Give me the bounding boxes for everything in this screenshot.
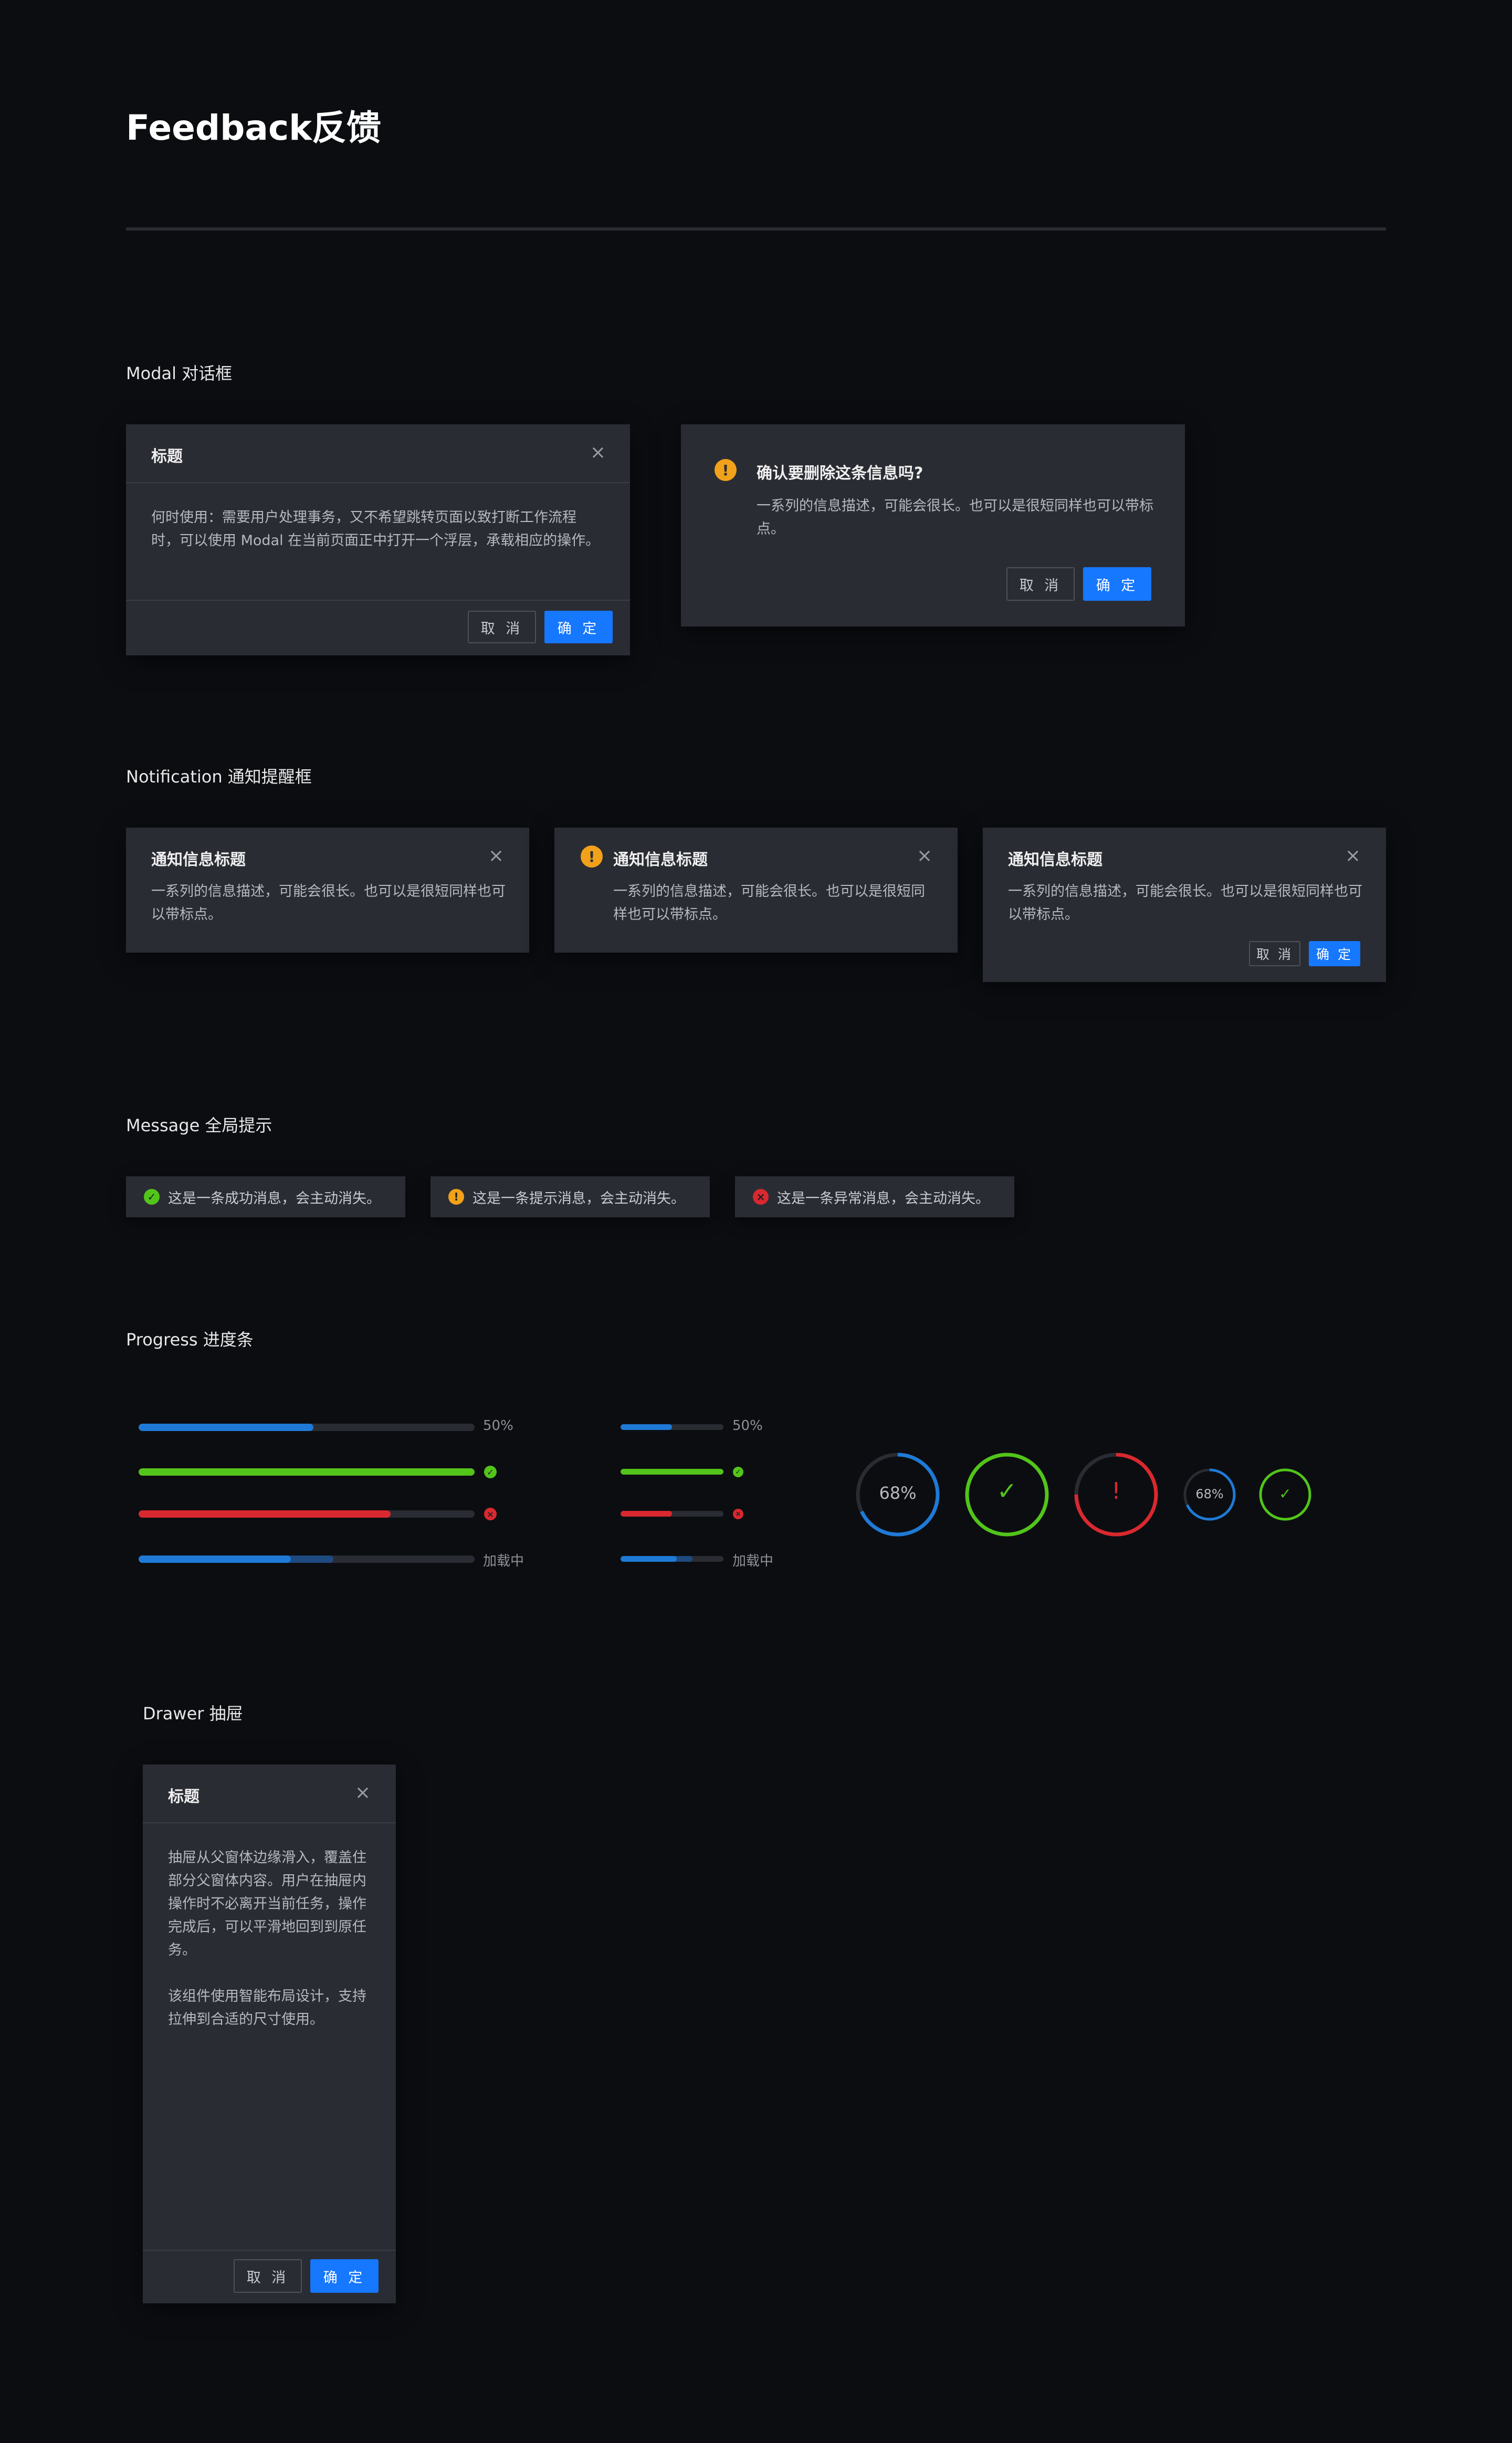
notification-body: 一系列的信息描述，可能会很长。也可以是很短同样也可以带标点。 bbox=[1008, 883, 1362, 923]
close-icon[interactable]: × bbox=[355, 1783, 371, 1802]
progress-fill bbox=[139, 1555, 291, 1563]
progress-line-small bbox=[621, 1424, 723, 1430]
progress-section-title: Progress 进度条 bbox=[126, 1330, 254, 1350]
title-divider bbox=[126, 227, 1386, 231]
ok-button[interactable]: 确 定 bbox=[1083, 567, 1151, 601]
message-text: 这是一条提示消息，会主动消失。 bbox=[472, 1190, 685, 1207]
progress-buffer bbox=[139, 1555, 334, 1563]
progress-line bbox=[139, 1424, 475, 1431]
exclamation-icon: ! bbox=[1111, 1478, 1121, 1505]
progress-circle-label: 68% bbox=[879, 1483, 917, 1503]
close-icon[interactable]: × bbox=[488, 847, 504, 865]
drawer-section-title: Drawer 抽屉 bbox=[143, 1704, 243, 1724]
ok-button[interactable]: 确 定 bbox=[544, 611, 613, 643]
notification-title: 通知信息标题 bbox=[1008, 851, 1102, 869]
confirm-body: 一系列的信息描述，可能会很长。也可以是很短同样也可以带标点。 bbox=[757, 498, 1153, 537]
close-circle-icon: × bbox=[733, 1509, 743, 1519]
drawer-title: 标题 bbox=[168, 1788, 200, 1806]
progress-line-active bbox=[139, 1555, 475, 1563]
progress-fill bbox=[621, 1469, 723, 1475]
close-icon[interactable]: × bbox=[917, 847, 932, 865]
progress-circle-label: 68% bbox=[1195, 1487, 1224, 1501]
progress-fill bbox=[621, 1511, 672, 1517]
progress-label: 加载中 bbox=[483, 1553, 524, 1569]
check-icon: ✓ bbox=[1279, 1485, 1292, 1502]
modal-body: 何时使用：需要用户处理事务，又不希望跳转页面以致打断工作流程时，可以使用 Mod… bbox=[151, 509, 600, 549]
progress-fill bbox=[621, 1556, 677, 1562]
notification-card-actions: 通知信息标题 × 一系列的信息描述，可能会很长。也可以是很短同样也可以带标点。 … bbox=[983, 828, 1386, 982]
ok-button[interactable]: 确 定 bbox=[1309, 941, 1360, 966]
progress-label: 50% bbox=[483, 1418, 513, 1434]
cancel-button[interactable]: 取 消 bbox=[234, 2259, 302, 2293]
notification-body: 一系列的信息描述，可能会很长。也可以是很短同样也可以带标点。 bbox=[613, 883, 925, 923]
message-warning: ! 这是一条提示消息，会主动消失。 bbox=[430, 1176, 710, 1217]
check-circle-icon: ✓ bbox=[144, 1189, 160, 1205]
close-icon[interactable]: × bbox=[590, 443, 606, 462]
check-circle-icon: ✓ bbox=[733, 1467, 743, 1477]
drawer-header-divider bbox=[143, 1822, 396, 1823]
progress-line-small-success bbox=[621, 1469, 723, 1475]
warning-icon: ! bbox=[581, 845, 603, 868]
notification-card: 通知信息标题 × 一系列的信息描述，可能会很长。也可以是很短同样也可以带标点。 bbox=[126, 828, 529, 953]
notification-card-warning: ! 通知信息标题 × 一系列的信息描述，可能会很长。也可以是很短同样也可以带标点… bbox=[554, 828, 958, 953]
progress-fill bbox=[139, 1510, 391, 1518]
drawer-body-secondary: 该组件使用智能布局设计，支持拉伸到合适的尺寸使用。 bbox=[168, 1988, 366, 2028]
notification-title: 通知信息标题 bbox=[613, 851, 708, 869]
message-text: 这是一条异常消息，会主动消失。 bbox=[777, 1190, 990, 1207]
cancel-button[interactable]: 取 消 bbox=[1249, 941, 1300, 966]
drawer-footer-divider bbox=[143, 2250, 396, 2251]
check-icon: ✓ bbox=[996, 1477, 1017, 1505]
warning-icon: ! bbox=[715, 459, 737, 481]
message-text: 这是一条成功消息，会主动消失。 bbox=[168, 1190, 381, 1207]
drawer: 标题 × 抽屉从父窗体边缘滑入，覆盖住部分父窗体内容。用户在抽屉内操作时不必离开… bbox=[143, 1765, 396, 2303]
progress-label: 50% bbox=[732, 1418, 763, 1434]
cancel-button[interactable]: 取 消 bbox=[468, 611, 536, 643]
notification-title: 通知信息标题 bbox=[151, 851, 246, 869]
modal-header-divider bbox=[126, 482, 630, 483]
message-section-title: Message 全局提示 bbox=[126, 1115, 272, 1135]
check-circle-icon: ✓ bbox=[484, 1466, 497, 1478]
notification-section-title: Notification 通知提醒框 bbox=[126, 767, 312, 787]
basic-modal: 标题 × 何时使用：需要用户处理事务，又不希望跳转页面以致打断工作流程时，可以使… bbox=[126, 424, 630, 655]
progress-line-small-active bbox=[621, 1556, 723, 1562]
message-success: ✓ 这是一条成功消息，会主动消失。 bbox=[126, 1176, 405, 1217]
cancel-button[interactable]: 取 消 bbox=[1006, 567, 1075, 601]
progress-fill bbox=[139, 1468, 475, 1476]
notification-body: 一系列的信息描述，可能会很长。也可以是很短同样也可以带标点。 bbox=[151, 883, 506, 923]
confirm-modal: ! 确认要删除这条信息吗? 一系列的信息描述，可能会很长。也可以是很短同样也可以… bbox=[681, 424, 1185, 627]
progress-fill bbox=[621, 1424, 672, 1430]
confirm-title: 确认要删除这条信息吗? bbox=[757, 464, 923, 483]
close-circle-icon: × bbox=[753, 1189, 769, 1205]
progress-label: 加载中 bbox=[732, 1553, 774, 1569]
modal-title: 标题 bbox=[151, 447, 183, 466]
progress-line-small-exception bbox=[621, 1511, 723, 1517]
progress-buffer bbox=[621, 1556, 693, 1562]
progress-line-success bbox=[139, 1468, 475, 1476]
progress-fill bbox=[139, 1424, 313, 1431]
progress-line-exception bbox=[139, 1510, 475, 1518]
warning-icon: ! bbox=[448, 1189, 464, 1205]
page-title: Feedback反馈 bbox=[126, 108, 381, 148]
ok-button[interactable]: 确 定 bbox=[310, 2259, 379, 2293]
modal-footer-divider bbox=[126, 600, 630, 601]
message-error: × 这是一条异常消息，会主动消失。 bbox=[735, 1176, 1014, 1217]
close-circle-icon: × bbox=[484, 1508, 497, 1520]
close-icon[interactable]: × bbox=[1345, 847, 1361, 865]
modal-section-title: Modal 对话框 bbox=[126, 363, 233, 383]
drawer-body: 抽屉从父窗体边缘滑入，覆盖住部分父窗体内容。用户在抽屉内操作时不必离开当前任务，… bbox=[168, 1850, 366, 1958]
